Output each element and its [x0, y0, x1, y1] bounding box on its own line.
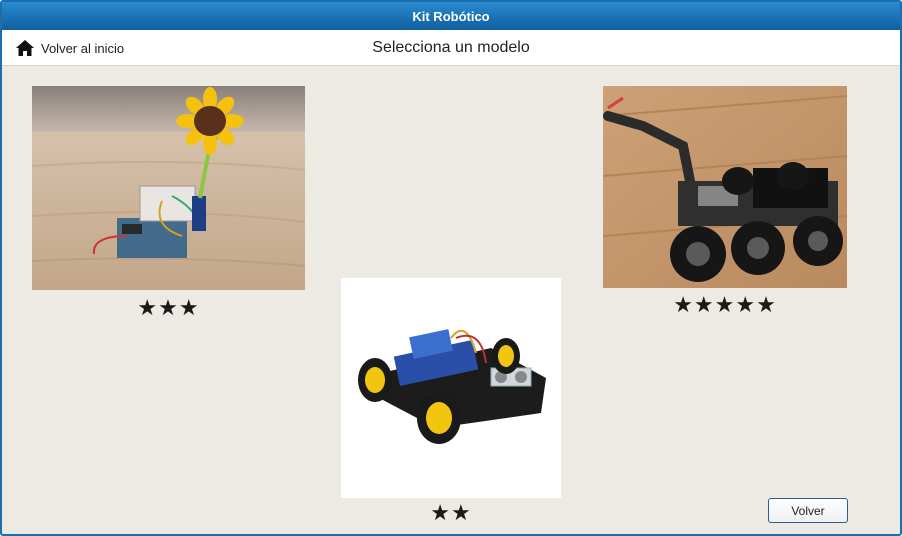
model-card-sunflower[interactable]: ★★★ — [32, 86, 305, 326]
home-icon — [16, 40, 34, 56]
rating-stars: ★★★ — [137, 296, 200, 321]
robotic-arm-rover-photo[interactable] — [603, 86, 847, 288]
page-title: Selecciona un modelo — [372, 39, 530, 56]
model-card-robot-car[interactable]: ★★ — [341, 278, 561, 528]
window-title: Kit Robótico — [412, 8, 490, 24]
sunflower-robot-kit-photo[interactable] — [32, 86, 305, 290]
home-link-label: Volver al inicio — [41, 40, 125, 56]
app-window: Kit Robótico Volver al inicio Selecciona… — [0, 0, 902, 536]
title-bar: Kit Robótico — [2, 2, 900, 30]
model-card-arm-rover[interactable]: ★★★★★ — [603, 86, 847, 322]
nav-bar: Volver al inicio Selecciona un modelo — [2, 30, 900, 66]
rating-stars: ★★★★★ — [673, 293, 777, 318]
home-link[interactable]: Volver al inicio — [15, 30, 124, 66]
smart-robot-car-photo[interactable] — [341, 278, 561, 498]
back-button[interactable]: Volver — [768, 498, 848, 523]
rating-stars: ★★ — [430, 501, 472, 526]
